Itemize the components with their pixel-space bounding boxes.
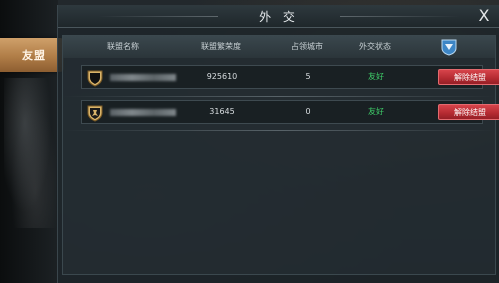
alliance-name: [110, 109, 176, 116]
alliance-table: 联盟名称 联盟繁荣度 占领城市 外交状态 925610 5 友好 解除结盟 31…: [62, 35, 499, 275]
table-row: 31645 0 友好 解除结盟: [81, 100, 499, 124]
left-scenery: [4, 78, 56, 228]
alliance-emblem-icon[interactable]: [440, 38, 458, 56]
diplomacy-panel: 外 交 X 联盟名称 联盟繁荣度 占领城市 外交状态 925610 5 友好 解…: [57, 5, 499, 283]
gold-lion-shield-icon: [87, 105, 103, 122]
cities-value: 5: [305, 72, 311, 81]
panel-title-bar: 外 交: [58, 5, 499, 28]
row-divider: [63, 96, 495, 97]
header-prosperity: 联盟繁荣度: [201, 42, 241, 51]
header-cities: 占领城市: [291, 42, 323, 51]
row-divider: [63, 130, 495, 131]
status-badge: 友好: [368, 107, 384, 116]
close-button[interactable]: X: [475, 7, 493, 25]
panel-title: 外 交: [259, 9, 299, 24]
alliance-name: [110, 74, 176, 81]
prosperity-value: 925610: [206, 72, 238, 81]
close-icon: X: [478, 6, 490, 25]
header-alliance-name: 联盟名称: [107, 42, 139, 51]
tab-allies[interactable]: 友盟: [0, 38, 64, 72]
dissolve-alliance-button[interactable]: 解除结盟: [438, 69, 499, 85]
header-diplomatic-status: 外交状态: [359, 42, 391, 51]
prosperity-value: 31645: [209, 107, 235, 116]
tab-allies-label: 友盟: [22, 49, 46, 62]
table-header: 联盟名称 联盟繁荣度 占领城市 外交状态: [63, 36, 495, 58]
black-shield-icon: [87, 70, 103, 87]
status-badge: 友好: [368, 72, 384, 81]
table-row: 925610 5 友好 解除结盟: [81, 65, 499, 89]
cities-value: 0: [305, 107, 311, 116]
dissolve-alliance-button[interactable]: 解除结盟: [438, 104, 499, 120]
